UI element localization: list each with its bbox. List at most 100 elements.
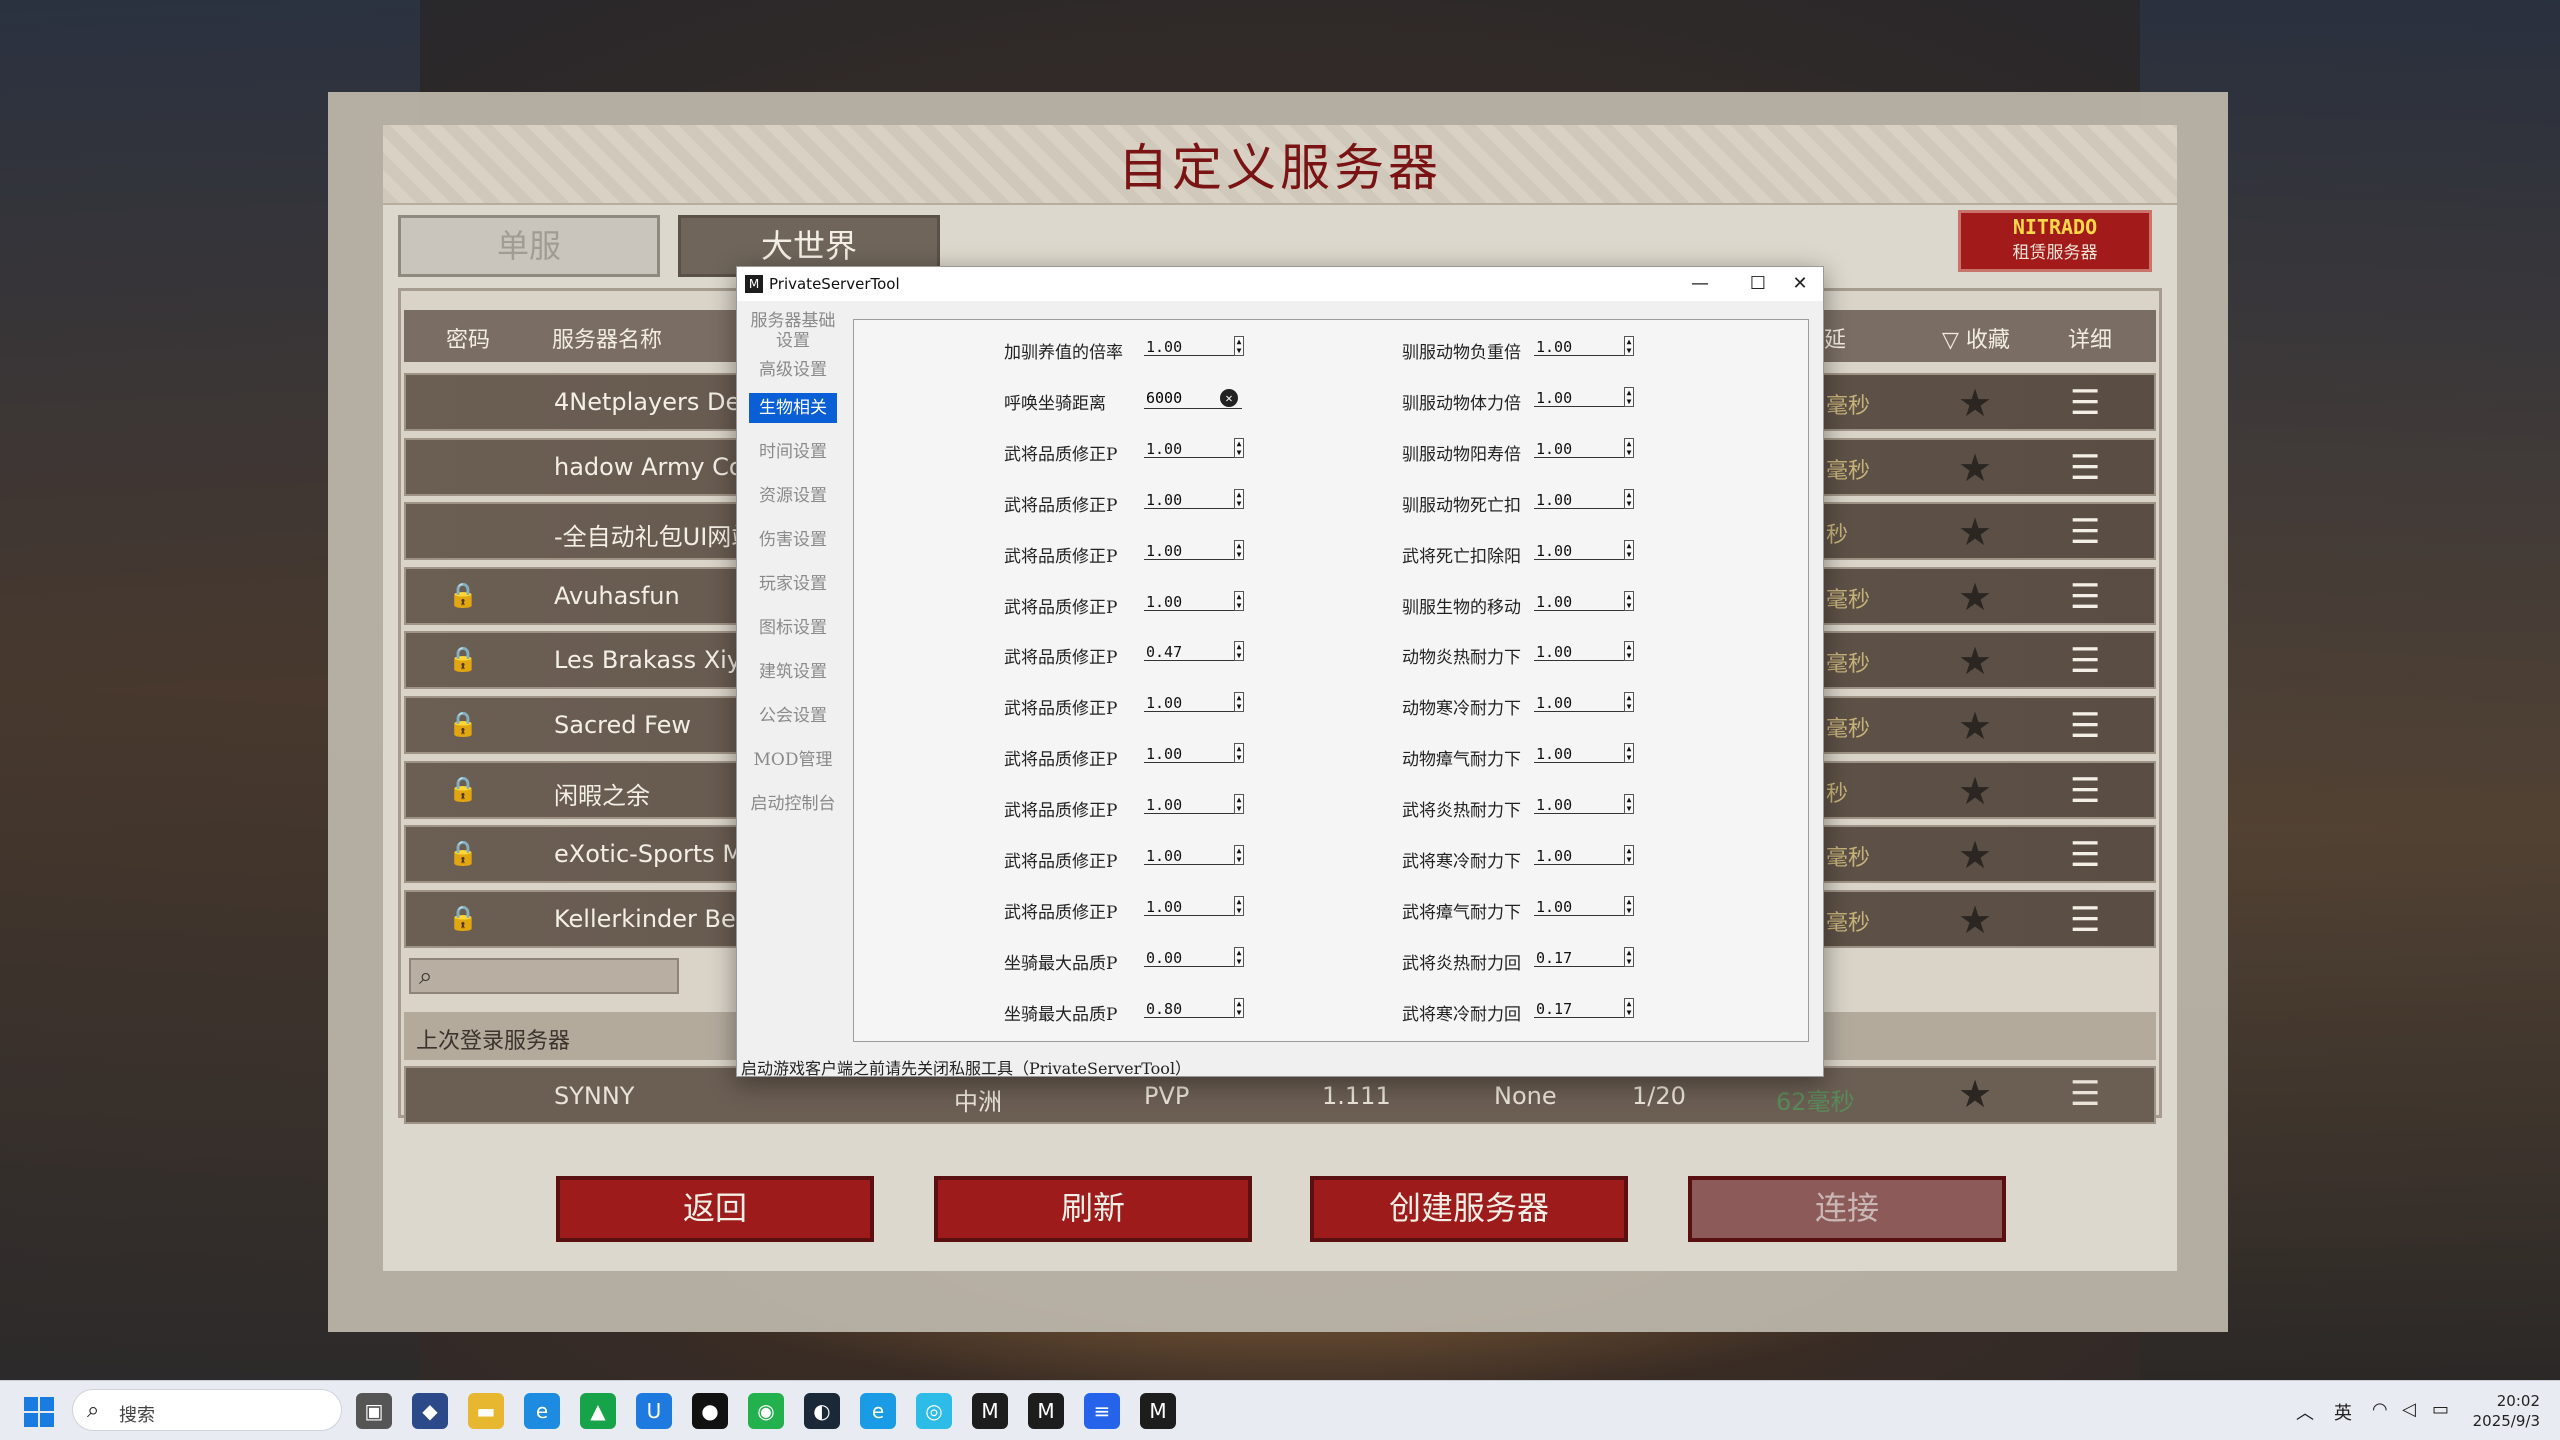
nav-item[interactable]: MOD管理 — [749, 745, 837, 775]
refresh-button[interactable]: 刷新 — [934, 1176, 1252, 1242]
number-spinbox[interactable]: 1.00 ▲ ▼ — [1534, 540, 1634, 560]
game-icon[interactable]: M — [972, 1393, 1008, 1429]
col-ping[interactable]: 延 — [1824, 322, 1846, 354]
file-explorer-icon[interactable]: ▬ — [468, 1393, 504, 1429]
spin-arrows-icon[interactable]: ▲ ▼ — [1624, 387, 1634, 407]
number-spinbox[interactable]: 1.00 ▲ ▼ — [1534, 591, 1634, 611]
spin-arrows-icon[interactable]: ▲ ▼ — [1234, 489, 1244, 509]
spin-arrows-icon[interactable]: ▲ ▼ — [1624, 845, 1634, 865]
number-spinbox[interactable]: 0.17 ▲ ▼ — [1534, 947, 1634, 967]
number-spinbox[interactable]: 1.00 ▲ ▼ — [1534, 336, 1634, 356]
qq-icon[interactable]: ● — [692, 1393, 728, 1429]
col-detail[interactable]: 详细 — [2068, 322, 2112, 354]
col-password[interactable]: 密码 — [446, 322, 490, 354]
volume-icon[interactable]: ◁ — [2402, 1399, 2416, 1420]
back-button[interactable]: 返回 — [556, 1176, 874, 1242]
close-button[interactable]: ✕ — [1777, 271, 1823, 297]
list-detail-icon[interactable]: ☰ — [2070, 706, 2100, 746]
spin-arrows-icon[interactable]: ▲ ▼ — [1234, 743, 1244, 763]
spin-arrows-icon[interactable]: ▲ ▼ — [1234, 896, 1244, 916]
list-detail-icon[interactable]: ☰ — [2070, 577, 2100, 617]
spin-arrows-icon[interactable]: ▲ ▼ — [1624, 438, 1634, 458]
list-detail-icon[interactable]: ☰ — [2070, 771, 2100, 811]
list-detail-icon[interactable]: ☰ — [2070, 835, 2100, 875]
spin-arrows-icon[interactable]: ▲ ▼ — [1624, 896, 1634, 916]
steam-icon[interactable]: ◐ — [804, 1393, 840, 1429]
star-icon[interactable]: ★ — [1958, 769, 1992, 813]
connect-button[interactable]: 连接 — [1688, 1176, 2006, 1242]
nav-item[interactable]: 启动控制台 — [749, 789, 837, 819]
spin-arrows-icon[interactable]: ▲ ▼ — [1234, 438, 1244, 458]
number-spinbox[interactable]: 1.00 ▲ ▼ — [1534, 845, 1634, 865]
app-icon[interactable]: U — [636, 1393, 672, 1429]
list-detail-icon[interactable]: ☰ — [2070, 1074, 2100, 1114]
number-spinbox[interactable]: 1.00 ▲ ▼ — [1534, 692, 1634, 712]
star-icon[interactable]: ★ — [1958, 639, 1992, 683]
star-icon[interactable]: ★ — [1958, 510, 1992, 554]
spin-arrows-icon[interactable]: ▲ ▼ — [1234, 845, 1244, 865]
spin-arrows-icon[interactable]: ▲ ▼ — [1624, 540, 1634, 560]
star-icon[interactable]: ★ — [1958, 446, 1992, 490]
star-icon[interactable]: ★ — [1958, 704, 1992, 748]
spin-arrows-icon[interactable]: ▲ ▼ — [1624, 641, 1634, 661]
nav-item[interactable]: 生物相关 — [749, 393, 837, 423]
spin-arrows-icon[interactable]: ▲ ▼ — [1234, 692, 1244, 712]
star-icon[interactable]: ★ — [1958, 1072, 1992, 1116]
star-icon[interactable]: ★ — [1958, 381, 1992, 425]
game-icon[interactable]: M — [1028, 1393, 1064, 1429]
number-spinbox[interactable]: 1.00 ▲ ▼ — [1144, 489, 1244, 509]
col-server-name[interactable]: 服务器名称 — [552, 322, 662, 354]
number-spinbox[interactable]: 1.00 ▲ ▼ — [1144, 336, 1244, 356]
number-spinbox[interactable]: 1.00 ▲ ▼ — [1534, 489, 1634, 509]
number-spinbox[interactable]: 1.00 ▲ ▼ — [1144, 591, 1244, 611]
nav-item[interactable]: 服务器基础设置 — [749, 311, 837, 351]
list-detail-icon[interactable]: ☰ — [2070, 448, 2100, 488]
number-spinbox[interactable]: 1.00 ▲ ▼ — [1144, 743, 1244, 763]
star-icon[interactable]: ★ — [1958, 833, 1992, 877]
nav-item[interactable]: 时间设置 — [749, 437, 837, 467]
nav-item[interactable]: 伤害设置 — [749, 525, 837, 555]
spin-arrows-icon[interactable]: ▲ ▼ — [1624, 947, 1634, 967]
nav-item[interactable]: 资源设置 — [749, 481, 837, 511]
spin-arrows-icon[interactable]: ▲ ▼ — [1234, 641, 1244, 661]
spin-arrows-icon[interactable]: ▲ ▼ — [1624, 998, 1634, 1018]
number-spinbox[interactable]: 0.47 ▲ ▼ — [1144, 641, 1244, 661]
list-detail-icon[interactable]: ☰ — [2070, 383, 2100, 423]
maximize-button[interactable]: ☐ — [1735, 271, 1781, 297]
clear-icon[interactable]: ✕ — [1220, 389, 1238, 407]
spin-arrows-icon[interactable]: ▲ ▼ — [1624, 692, 1634, 712]
app-icon[interactable]: ◆ — [412, 1393, 448, 1429]
edge-icon[interactable]: e — [524, 1393, 560, 1429]
spin-arrows-icon[interactable]: ▲ ▼ — [1234, 591, 1244, 611]
game-icon[interactable]: M — [1140, 1393, 1176, 1429]
server-search-box[interactable]: ⌕ — [409, 958, 679, 994]
nitrado-rent-button[interactable]: NITRADO 租赁服务器 — [1958, 210, 2152, 272]
nav-item[interactable]: 高级设置 — [749, 355, 837, 385]
nav-item[interactable]: 公会设置 — [749, 701, 837, 731]
server-search-input[interactable] — [451, 963, 671, 989]
ime-indicator[interactable]: 英 — [2334, 1399, 2352, 1425]
nav-item[interactable]: 图标设置 — [749, 613, 837, 643]
app-icon[interactable]: ◎ — [916, 1393, 952, 1429]
app-icon[interactable]: ▲ — [580, 1393, 616, 1429]
battery-icon[interactable]: ▭ — [2432, 1399, 2449, 1420]
minimize-button[interactable]: — — [1677, 271, 1723, 297]
spin-arrows-icon[interactable]: ▲ ▼ — [1234, 540, 1244, 560]
taskbar-search[interactable]: ⌕ 搜索 — [72, 1389, 342, 1431]
number-spinbox[interactable]: 1.00 ▲ ▼ — [1534, 896, 1634, 916]
spin-arrows-icon[interactable]: ▲ ▼ — [1234, 998, 1244, 1018]
number-spinbox[interactable]: 1.00 ▲ ▼ — [1534, 438, 1634, 458]
spin-arrows-icon[interactable]: ▲ ▼ — [1624, 489, 1634, 509]
spin-arrows-icon[interactable]: ▲ ▼ — [1234, 947, 1244, 967]
number-spinbox[interactable]: 1.00 ▲ ▼ — [1534, 641, 1634, 661]
clock[interactable]: 20:02 2025/9/3 — [2473, 1391, 2540, 1431]
star-icon[interactable]: ★ — [1958, 898, 1992, 942]
number-spinbox[interactable]: 1.00 ▲ ▼ — [1534, 794, 1634, 814]
nav-item[interactable]: 玩家设置 — [749, 569, 837, 599]
number-spinbox[interactable]: 0.80 ▲ ▼ — [1144, 998, 1244, 1018]
number-spinbox[interactable]: 1.00 ▲ ▼ — [1144, 794, 1244, 814]
text-field[interactable]: 6000 ✕ — [1144, 387, 1242, 409]
spin-arrows-icon[interactable]: ▲ ▼ — [1234, 336, 1244, 356]
create-server-button[interactable]: 创建服务器 — [1310, 1176, 1628, 1242]
number-spinbox[interactable]: 1.00 ▲ ▼ — [1144, 540, 1244, 560]
